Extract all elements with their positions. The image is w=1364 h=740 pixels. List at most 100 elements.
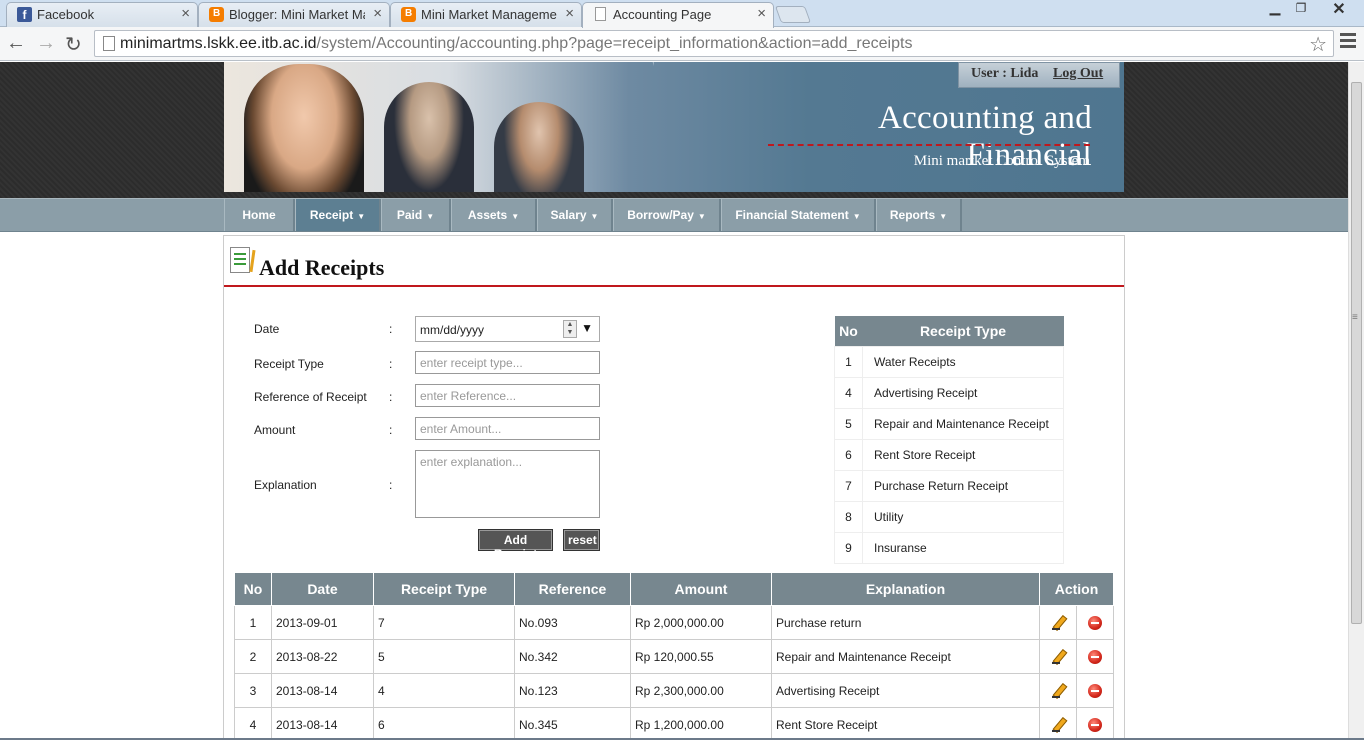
- reset-button[interactable]: reset: [563, 529, 600, 551]
- colon: :: [389, 423, 393, 437]
- nav-home[interactable]: Home: [224, 199, 295, 231]
- column-header: Receipt Type: [373, 572, 515, 606]
- nav-reports[interactable]: Reports ▼: [876, 199, 962, 231]
- nav-label: Home: [242, 208, 276, 222]
- close-icon[interactable]: ×: [373, 5, 382, 22]
- chevron-down-icon: ▼: [939, 212, 948, 221]
- delete-cell: [1076, 605, 1114, 640]
- cell-explanation: Purchase return: [771, 605, 1040, 640]
- menu-icon[interactable]: [1340, 33, 1356, 51]
- type-no: 5: [834, 407, 863, 440]
- nav-borrow-pay[interactable]: Borrow/Pay ▼: [613, 199, 721, 231]
- receipt-type-input[interactable]: enter receipt type...: [415, 351, 600, 374]
- cell-type: 7: [373, 605, 515, 640]
- type-no: 9: [834, 531, 863, 564]
- column-header: Date: [271, 572, 374, 606]
- scrollbar-thumb[interactable]: [1351, 82, 1362, 624]
- tab-blogger-mini-market[interactable]: Blogger: Mini Market Man ×: [198, 2, 390, 27]
- logout-link[interactable]: Log Out: [1053, 66, 1103, 82]
- page-title: Add Receipts: [259, 255, 385, 280]
- pencil-icon[interactable]: [1051, 718, 1065, 732]
- nav-paid[interactable]: Paid ▼: [381, 199, 451, 231]
- nav-receipt[interactable]: Receipt ▼: [295, 199, 381, 231]
- nav-assets[interactable]: Assets ▼: [451, 199, 537, 231]
- reference-label: Reference of Receipt: [254, 390, 367, 404]
- explanation-textarea[interactable]: enter explanation...: [415, 450, 600, 518]
- date-label: Date: [254, 322, 280, 336]
- cell-date: 2013-08-14: [271, 673, 374, 708]
- url-input[interactable]: minimartms.lskk.ee.itb.ac.id/system/Acco…: [94, 30, 1334, 57]
- tab-accounting-page[interactable]: Accounting Page ×: [582, 2, 774, 28]
- vertical-scrollbar[interactable]: ≡: [1348, 62, 1364, 740]
- close-window-icon[interactable]: ✕: [1316, 0, 1362, 19]
- table-row: 9 Insuranse: [834, 531, 1064, 564]
- address-toolbar: ← → ↻ minimartms.lskk.ee.itb.ac.id/syste…: [0, 27, 1364, 61]
- back-arrow-icon[interactable]: ←: [6, 32, 26, 55]
- nav-label: Borrow/Pay: [627, 208, 694, 222]
- cell-date: 2013-08-14: [271, 707, 374, 740]
- tab-facebook[interactable]: f Facebook ×: [6, 2, 198, 27]
- forward-arrow-icon[interactable]: →: [36, 32, 56, 55]
- cell-no: 4: [234, 707, 272, 740]
- edit-cell: [1039, 605, 1077, 640]
- table-row: 8 Utility: [834, 500, 1064, 533]
- close-icon[interactable]: ×: [181, 5, 190, 22]
- nav-salary[interactable]: Salary ▼: [537, 199, 613, 231]
- delete-icon[interactable]: [1088, 717, 1102, 732]
- type-name: Insuranse: [862, 531, 1064, 564]
- close-icon[interactable]: ×: [757, 5, 766, 22]
- tab-mini-market-management[interactable]: Mini Market Management ×: [390, 2, 582, 27]
- amount-label: Amount: [254, 423, 296, 437]
- business-people-photo: [224, 62, 654, 192]
- reference-input[interactable]: enter Reference...: [415, 384, 600, 407]
- add-receipt-button[interactable]: Add Receipt: [478, 529, 553, 561]
- url-path: /system/Accounting/accounting.php?page=r…: [316, 35, 913, 52]
- cell-explanation: Repair and Maintenance Receipt: [771, 639, 1040, 674]
- delete-icon[interactable]: [1088, 683, 1102, 698]
- table-row: 4 Advertising Receipt: [834, 376, 1064, 409]
- content-panel: Add Receipts Date : mm/dd/yyyy ▲ ▼ ▼ Rece…: [223, 235, 1125, 740]
- chevron-down-icon: ▼: [426, 212, 435, 221]
- type-no: 7: [834, 469, 863, 502]
- receipts-table: No Date Receipt Type Reference Amount Ex…: [234, 572, 1114, 740]
- cell-type: 6: [373, 707, 515, 740]
- new-tab-button[interactable]: [774, 6, 812, 23]
- cell-amount: Rp 120,000.55: [630, 639, 772, 674]
- blogger-icon: [209, 7, 224, 22]
- page-icon: [103, 36, 115, 51]
- type-no: 6: [834, 438, 863, 471]
- cell-amount: Rp 1,200,000.00: [630, 707, 772, 740]
- nav-financial-statement[interactable]: Financial Statement ▼: [721, 199, 876, 231]
- cell-date: 2013-08-22: [271, 639, 374, 674]
- dropdown-arrow-icon[interactable]: ▼: [581, 321, 593, 335]
- blogger-icon: [401, 7, 416, 22]
- chevron-down-icon: ▼: [357, 212, 366, 221]
- type-name: Water Receipts: [862, 345, 1064, 378]
- nav-label: Reports: [889, 208, 936, 222]
- site-subtitle: Mini martket Control System: [913, 153, 1090, 169]
- cell-reference: No.093: [514, 605, 631, 640]
- chevron-down-icon: ▼: [852, 212, 861, 221]
- minimize-icon[interactable]: ▁: [1262, 0, 1288, 16]
- reload-icon[interactable]: ↻: [65, 32, 82, 57]
- maximize-icon[interactable]: ❐: [1290, 1, 1312, 15]
- page-icon: [595, 7, 606, 21]
- cell-type: 5: [373, 639, 515, 674]
- pencil-icon[interactable]: [1051, 650, 1065, 664]
- close-icon[interactable]: ×: [565, 5, 574, 22]
- facebook-icon: f: [17, 7, 32, 22]
- delete-icon[interactable]: [1088, 615, 1102, 630]
- date-field[interactable]: mm/dd/yyyy ▲ ▼ ▼: [415, 316, 600, 342]
- amount-input[interactable]: enter Amount...: [415, 417, 600, 440]
- column-header: No: [834, 316, 863, 346]
- date-spinner-icon[interactable]: ▲ ▼: [563, 320, 577, 338]
- bookmark-star-icon[interactable]: ☆: [1309, 32, 1327, 57]
- type-no: 1: [834, 345, 863, 378]
- receipt-type-label: Receipt Type: [254, 357, 324, 371]
- delete-icon[interactable]: [1088, 649, 1102, 664]
- user-label: User : Lida: [971, 66, 1039, 81]
- checklist-icon: [230, 247, 250, 273]
- pencil-icon[interactable]: [1051, 684, 1065, 698]
- pencil-icon[interactable]: [1051, 616, 1065, 630]
- receipt-type-table: No Receipt Type 1 Water Receipts 4 Adverti…: [834, 316, 1064, 564]
